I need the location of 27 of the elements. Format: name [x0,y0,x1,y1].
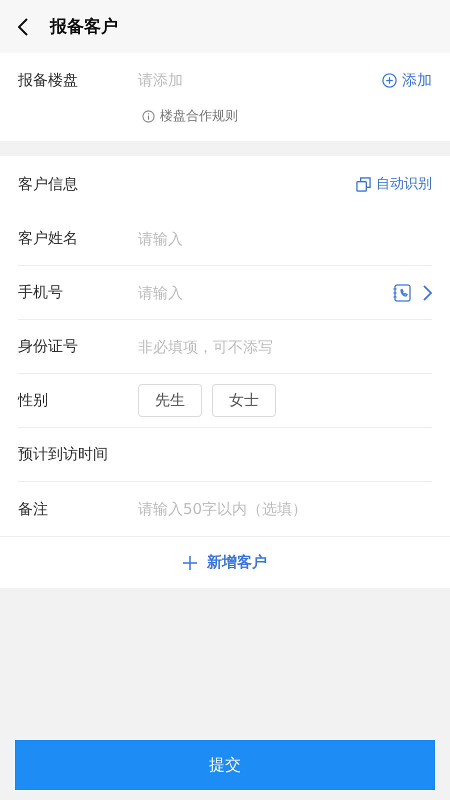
gender-option[interactable]: 先生 [138,384,202,417]
field-label: 预计到访时间 [18,445,109,464]
page-title: 报备客户 [50,16,118,38]
text-input[interactable]: 非必填项，可不添写 [138,338,432,356]
field-label: 报备楼盘 [18,70,79,90]
phone-input[interactable]: 请输入 [138,284,393,302]
field-label: 客户姓名 [18,229,79,248]
field-label: 身份证号 [18,337,79,356]
project-input[interactable]: 请添加 [138,71,382,89]
chevron-right-icon[interactable] [423,284,432,300]
field-label: 手机号 [18,283,64,302]
contact-book-icon[interactable] [393,284,411,302]
plus-circle-icon [382,72,397,88]
gender-option[interactable]: 女士 [212,384,276,417]
info-icon [142,110,155,122]
submit-button[interactable]: 提交 [15,740,435,790]
section-title: 客户信息 [18,174,79,194]
back-icon[interactable] [18,18,28,36]
text-input[interactable]: 请输入 [138,230,432,248]
add-link[interactable]: 添加 [382,70,432,90]
field-label: 性别 [18,391,49,410]
field-label: 备注 [18,500,49,518]
copy-icon [356,176,371,192]
rules-link[interactable]: 楼盘合作规则 [142,107,238,125]
text-input[interactable]: 请输入50字以内（选填） [138,500,432,518]
auto-recognize-link[interactable]: 自动识别 [356,175,432,193]
plus-icon [183,556,197,570]
